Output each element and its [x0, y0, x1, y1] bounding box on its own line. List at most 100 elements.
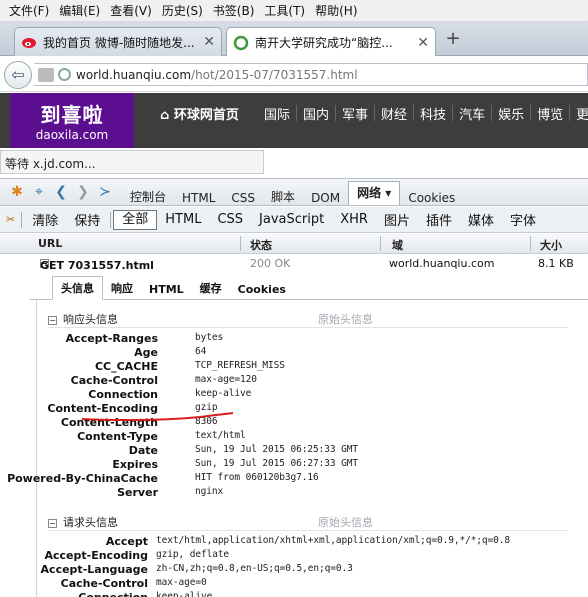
raw-response-headers-link[interactable]: 原始头信息 [318, 311, 373, 327]
menu-bar: 文件(F) 编辑(E) 查看(V) 历史(S) 书签(B) 工具(T) 帮助(H) [0, 0, 588, 22]
header-name: Cache-Control [60, 577, 148, 590]
annotation-underline [81, 412, 234, 422]
new-tab-button[interactable]: + [440, 28, 466, 50]
inspect-icon[interactable]: ⌖ [28, 184, 50, 200]
back-button[interactable]: ⇦ [4, 61, 32, 89]
header-row: Age 64 [0, 346, 560, 360]
filter-type[interactable]: HTML [157, 212, 209, 227]
filter-type[interactable]: XHR [332, 212, 376, 227]
site-nav-item[interactable]: 汽车 [453, 104, 491, 123]
header-value: keep-alive [195, 388, 252, 399]
address-bar[interactable]: world.huanqiu.com/hot/2015-07/7031557.ht… [34, 63, 588, 86]
tab-weibo[interactable]: 我的首页 微博-随时随地发... ✕ [14, 27, 222, 56]
menu-item[interactable]: 书签(B) [208, 2, 260, 19]
filter-type[interactable]: 媒体 [460, 210, 502, 229]
col-domain[interactable]: 域 [392, 237, 403, 253]
header-name: Content-Type [77, 430, 158, 443]
firebug-tabs: 控制台 HTML CSS 脚本 DOM 网络 ▾ Cookies [122, 179, 463, 205]
firebug-icon[interactable]: ✱ [6, 184, 28, 200]
loading-icon [233, 35, 249, 50]
header-name: Powered-By-ChinaCache [7, 472, 158, 485]
col-url[interactable]: URL [38, 237, 62, 250]
firebug-tab[interactable]: CSS [223, 191, 263, 205]
detail-tab[interactable]: HTML [141, 280, 192, 299]
detail-tab[interactable]: 响应 [103, 277, 141, 299]
col-size[interactable]: 大小 [540, 237, 562, 253]
command-icon[interactable]: ≻ [94, 184, 116, 200]
tab-huanqiu[interactable]: 南开大学研究成功“脑控... ✕ [226, 27, 436, 57]
header-row: Server nginx [0, 486, 560, 500]
menu-item[interactable]: 帮助(H) [310, 2, 362, 19]
next-icon[interactable]: ❯ [72, 184, 94, 200]
header-row: Connection keep-alive [0, 388, 560, 402]
site-nav: 国际国内军事财经科技汽车娱乐博览更多 [258, 104, 588, 123]
menu-item[interactable]: 文件(F) [4, 2, 54, 19]
request-row[interactable]: − GET 7031557.html 200 OK world.huanqiu.c… [0, 255, 588, 274]
tab-strip: 我的首页 微博-随时随地发... ✕ 南开大学研究成功“脑控... ✕ [0, 22, 588, 57]
filter-action[interactable]: 清除 [24, 210, 66, 229]
divider [110, 211, 112, 228]
page-icon [38, 67, 54, 82]
menu-item[interactable]: 历史(S) [157, 2, 208, 19]
menu-item[interactable]: 编辑(E) [54, 2, 105, 19]
site-nav-item[interactable]: 军事 [336, 104, 374, 123]
detail-tabs: 头信息 响应 HTML 缓存 Cookies [30, 276, 588, 300]
site-nav-item[interactable]: 国内 [297, 104, 335, 123]
header-value: Sun, 19 Jul 2015 06:27:33 GMT [195, 458, 358, 469]
col-status[interactable]: 状态 [250, 237, 272, 253]
request-headers-toggle[interactable]: − 请求头信息 [48, 514, 118, 530]
site-nav-item[interactable]: 国际 [258, 104, 296, 123]
filter-type[interactable]: 插件 [418, 210, 460, 229]
menu-item[interactable]: 查看(V) [105, 2, 157, 19]
filter-type[interactable]: 图片 [376, 210, 418, 229]
status-wait: 等待 x.jd.com... [0, 150, 264, 174]
header-name: Connection [88, 388, 158, 401]
net-column-header: URL 状态 域 大小 [0, 234, 588, 254]
header-value: TCP_REFRESH_MISS [195, 360, 285, 371]
header-row: Powered-By-ChinaCache HIT from 060120b3g7… [0, 472, 560, 486]
close-icon[interactable]: ✕ [203, 34, 215, 50]
filter-type[interactable]: 全部 [113, 209, 158, 230]
header-name: Cache-Control [70, 374, 158, 387]
header-value: 64 [195, 346, 207, 357]
header-name: Age [134, 346, 158, 359]
header-name: Server [117, 486, 158, 499]
raw-request-headers-link[interactable]: 原始头信息 [318, 514, 373, 530]
filter-actions: 清除 保持 [24, 210, 108, 229]
header-name: Expires [112, 458, 158, 471]
home-link[interactable]: ⌂ 环球网首页 [160, 104, 239, 123]
firebug-tab[interactable]: 网络 ▾ [348, 181, 401, 205]
response-headers-toggle[interactable]: − 响应头信息 [48, 311, 118, 327]
collapse-icon: − [48, 316, 57, 325]
detail-tab[interactable]: 头信息 [52, 276, 103, 300]
filter-type[interactable]: JavaScript [251, 212, 332, 227]
firebug-tab[interactable]: Cookies [400, 191, 463, 205]
filter-type[interactable]: CSS [209, 212, 251, 227]
firebug-tab[interactable]: HTML [174, 191, 223, 205]
header-name: Accept-Ranges [65, 332, 158, 345]
detail-tab[interactable]: 缓存 [192, 277, 230, 299]
daoxila-logo[interactable]: 到喜啦 daoxila.com [10, 93, 134, 148]
close-icon[interactable]: ✕ [417, 35, 429, 51]
prev-icon[interactable]: ❮ [50, 184, 72, 200]
header-value: HIT from 060120b3g7.16 [195, 472, 319, 483]
filter-action[interactable]: 保持 [66, 210, 108, 229]
header-name: Date [128, 444, 158, 457]
site-nav-item[interactable]: 科技 [414, 104, 452, 123]
filter-type[interactable]: 字体 [502, 210, 544, 229]
site-nav-item[interactable]: 财经 [375, 104, 413, 123]
firebug-tab[interactable]: 脚本 [263, 188, 303, 205]
divider [380, 236, 381, 251]
header-row: Connection keep-alive [0, 591, 560, 597]
detail-tab[interactable]: Cookies [230, 280, 294, 299]
firebug-tab[interactable]: 控制台 [122, 188, 174, 205]
menu-item[interactable]: 工具(T) [259, 2, 310, 19]
firebug-tab[interactable]: DOM [303, 191, 348, 205]
site-nav-item[interactable]: 博览 [531, 104, 569, 123]
site-nav-item[interactable]: 更多 [570, 104, 588, 123]
header-row: Accept-Language zh-CN,zh;q=0.8,en-US;q=0.… [0, 563, 560, 577]
site-nav-item[interactable]: 娱乐 [492, 104, 530, 123]
header-row: Content-Type text/html [0, 430, 560, 444]
header-name: Connection [78, 591, 148, 597]
header-value: max-age=120 [195, 374, 257, 385]
